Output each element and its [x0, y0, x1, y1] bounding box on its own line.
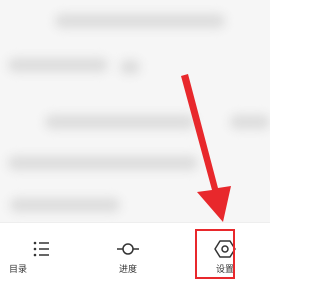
blurred-text-line — [45, 115, 195, 129]
blurred-text-line — [120, 60, 140, 74]
progress-icon — [117, 243, 139, 255]
blurred-reading-content — [0, 0, 270, 222]
progress-button[interactable]: 进度 — [83, 223, 173, 284]
toc-button[interactable]: 目录 — [0, 223, 90, 284]
settings-highlight-box — [195, 229, 235, 279]
progress-label: 进度 — [118, 265, 137, 275]
blurred-text-line — [10, 198, 120, 212]
blurred-text-line — [230, 115, 270, 129]
blurred-text-line — [55, 14, 225, 28]
reader-page: 目录 进度 设置 — [0, 0, 270, 284]
toc-label: 目录 — [8, 265, 27, 275]
blurred-text-line — [8, 58, 108, 72]
blurred-text-line — [8, 156, 198, 170]
list-icon — [33, 241, 49, 257]
